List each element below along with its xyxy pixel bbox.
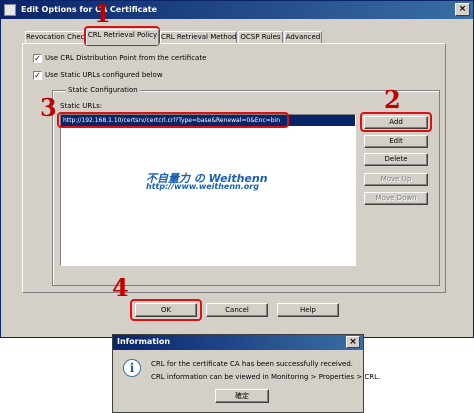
edit-button[interactable]: Edit <box>364 135 428 148</box>
annotation-number-2: 2 <box>384 85 401 114</box>
use-crl-dp-label: Use CRL Distribution Point from the cert… <box>45 54 207 62</box>
close-icon[interactable]: × <box>455 3 470 16</box>
delete-button[interactable]: Delete <box>364 153 428 166</box>
use-static-urls-checkbox[interactable]: ✓ <box>33 71 42 80</box>
use-static-urls-label: Use Static URLs configured below <box>45 71 163 79</box>
watermark-url: http://www.weithenn.org <box>146 182 259 191</box>
title-bar[interactable]: Edit Options for CA Certificate × <box>1 1 473 19</box>
window-icon <box>4 4 16 16</box>
tab-crl-retrieval-policy[interactable]: CRL Retrieval Policy <box>86 29 159 45</box>
info-ok-button[interactable]: 確定 <box>215 389 269 403</box>
annotation-box-4 <box>130 299 202 321</box>
info-message-line2: CRL information can be viewed in Monitor… <box>151 373 381 381</box>
dialog-title: Edit Options for CA Certificate <box>21 5 158 14</box>
static-urls-label: Static URLs: <box>60 102 103 110</box>
information-dialog: Information × i CRL for the certificate … <box>112 334 380 413</box>
annotation-number-4: 4 <box>112 273 129 302</box>
annotation-number-1: 1 <box>94 0 111 28</box>
info-icon: i <box>123 359 141 377</box>
info-message-line1: CRL for the certificate CA has been succ… <box>151 360 353 368</box>
info-title: Information <box>117 337 171 346</box>
use-crl-dp-checkbox[interactable]: ✓ <box>33 54 42 63</box>
help-button[interactable]: Help <box>277 303 339 317</box>
info-close-icon[interactable]: × <box>346 336 360 348</box>
move-down-button[interactable]: Move Down <box>364 192 428 205</box>
cancel-button[interactable]: Cancel <box>206 303 268 317</box>
static-configuration-label: Static Configuration <box>66 86 140 94</box>
annotation-box-3 <box>57 112 289 128</box>
info-title-bar[interactable]: Information × <box>113 335 363 350</box>
move-up-button[interactable]: Move Up <box>364 173 428 186</box>
annotation-number-3: 3 <box>40 93 57 122</box>
annotation-box-2 <box>360 112 432 132</box>
